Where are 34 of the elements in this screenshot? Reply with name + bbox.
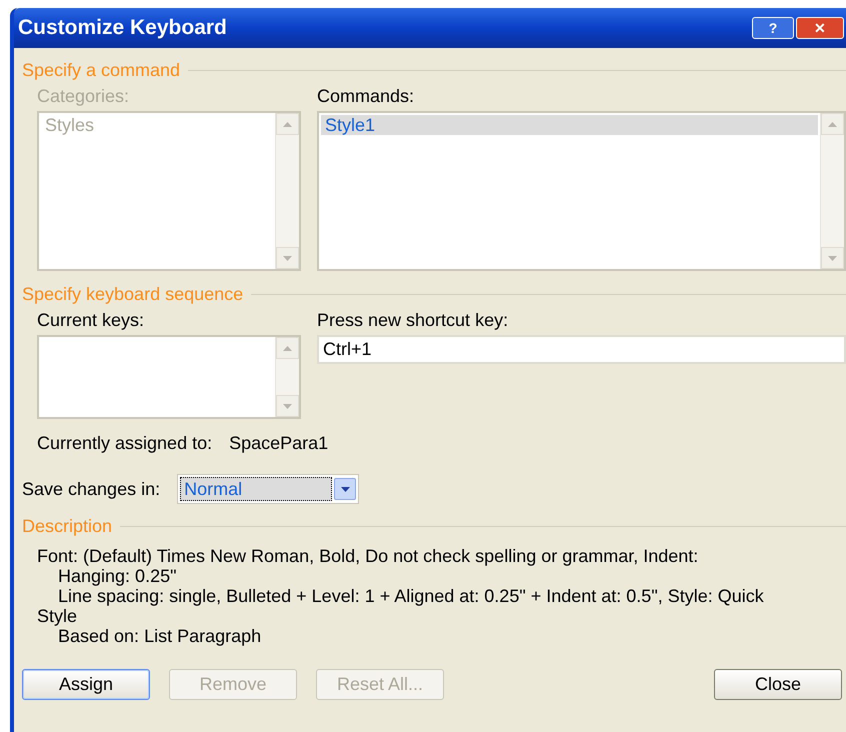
section-title: Specify keyboard sequence — [22, 282, 244, 306]
list-label: Commands: — [317, 85, 416, 108]
assigned-label: Currently assigned to: — [37, 432, 212, 455]
current-keys-list[interactable] — [37, 335, 301, 419]
scrollbar[interactable] — [820, 113, 844, 269]
shortcut-input[interactable]: Ctrl+1 — [317, 335, 846, 364]
dropdown-value: Normal — [180, 477, 332, 501]
scrollbar[interactable] — [275, 337, 299, 417]
description-line: Line spacing: single, Bulleted + Level: 1 + Aligned at: 0.25" + Indent at: 0.5", Style: Quick Style — [37, 586, 765, 626]
scroll-up-icon[interactable] — [276, 113, 299, 135]
list-box[interactable]: Style1 — [317, 111, 846, 271]
dialog-button[interactable]: Assign — [22, 669, 150, 700]
scroll-up-icon[interactable] — [821, 113, 844, 135]
scrollbar[interactable] — [275, 113, 299, 269]
field-label: Press new shortcut key: — [317, 309, 510, 332]
assigned-value: SpacePara1 — [229, 432, 328, 455]
scroll-down-icon[interactable] — [821, 247, 844, 269]
description-line: Based on: List Paragraph — [57, 626, 262, 646]
scroll-down-icon[interactable] — [276, 395, 299, 417]
close-button[interactable]: ✕ — [796, 17, 844, 39]
section-title: Description — [22, 514, 112, 538]
description-line: Hanging: 0.25" — [57, 566, 178, 586]
scroll-up-icon[interactable] — [276, 337, 299, 359]
list-label: Categories: — [37, 85, 130, 108]
dialog-button[interactable]: Close — [714, 669, 842, 700]
save-dropdown[interactable]: Normal — [177, 474, 360, 504]
help-button[interactable]: ? — [752, 17, 794, 39]
description-line: Font: (Default) Times New Roman, Bold, Do not check spelling or grammar, Indent: — [37, 546, 700, 566]
field-label: Current keys: — [37, 309, 146, 332]
scroll-down-icon[interactable] — [276, 247, 299, 269]
window-title: Customize Keyboard — [18, 15, 228, 42]
save-changes-label: Save changes in: — [22, 478, 160, 501]
section-title: Specify a command — [22, 58, 180, 82]
list-item[interactable]: Style1 — [321, 115, 818, 135]
